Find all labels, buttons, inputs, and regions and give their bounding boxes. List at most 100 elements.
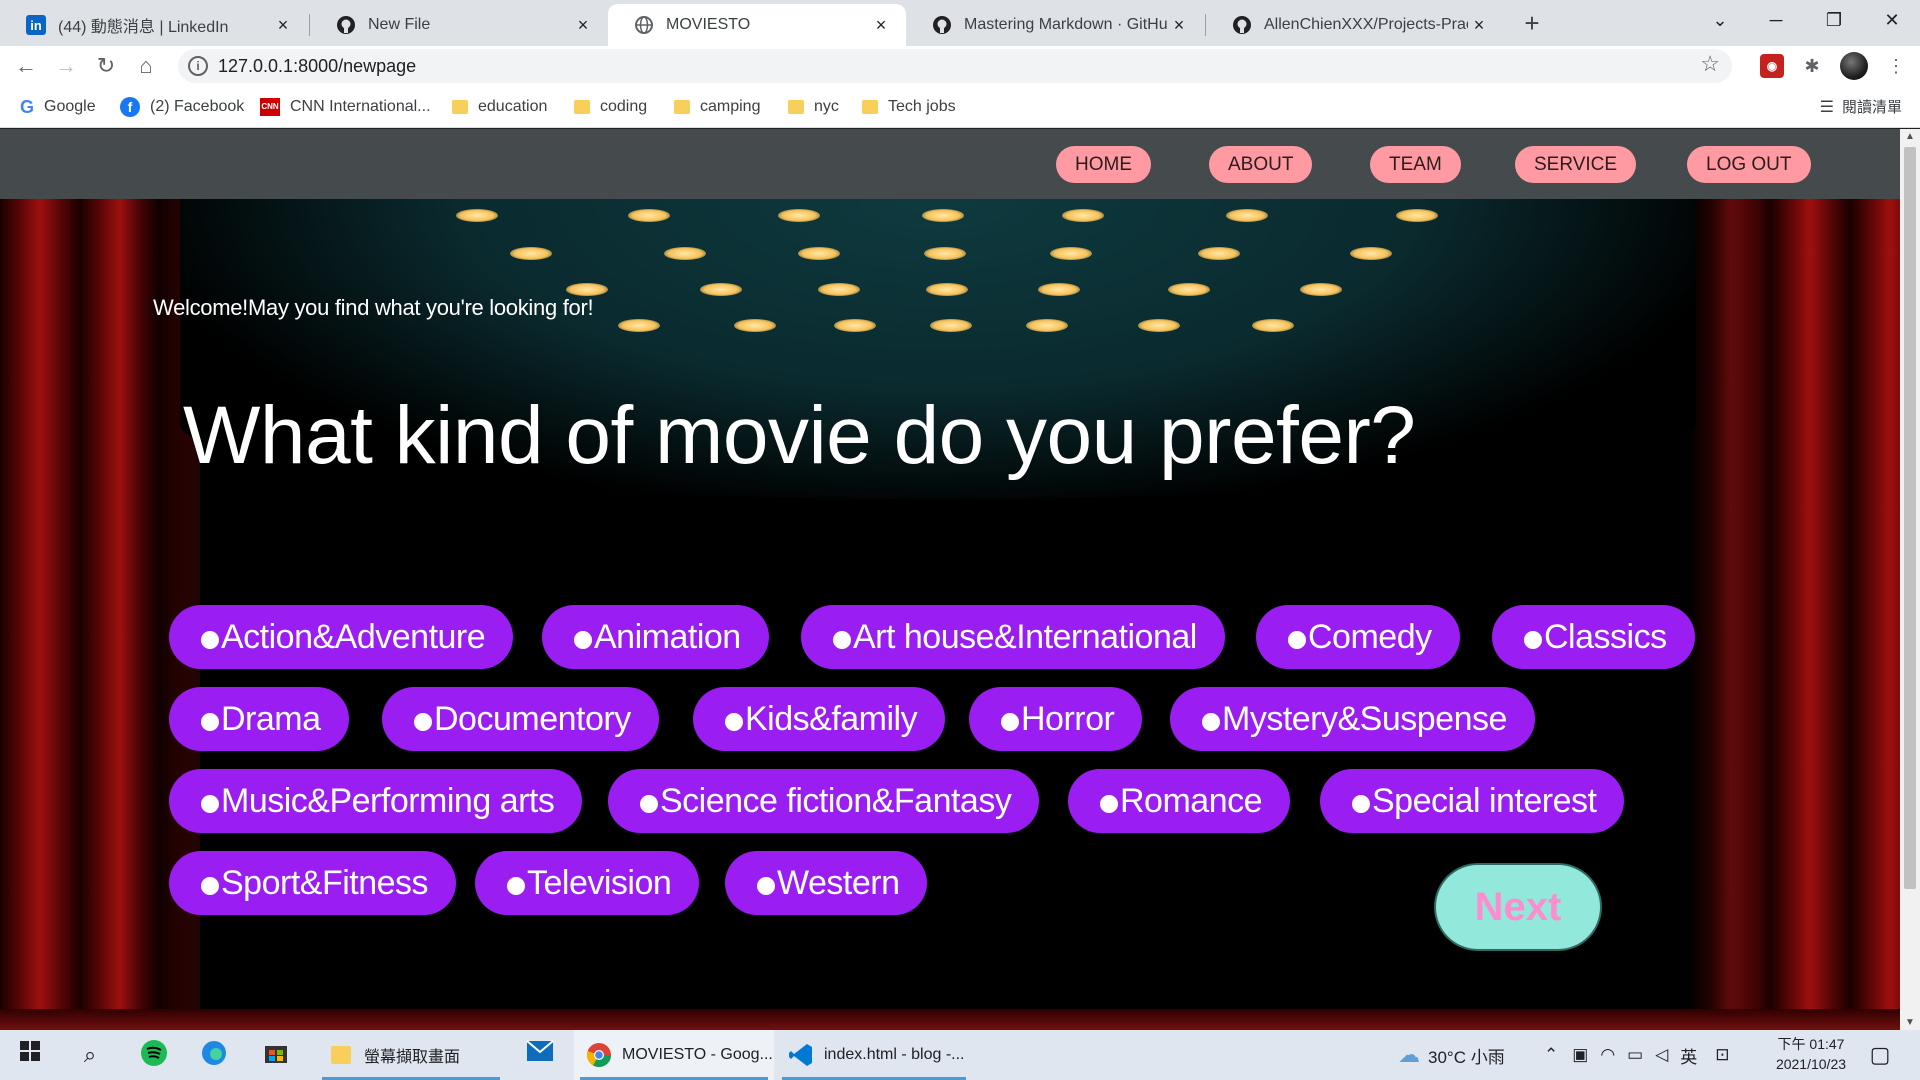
- restore-icon[interactable]: ❐: [1806, 0, 1862, 40]
- address-bar[interactable]: i 127.0.0.1:8000/newpage ☆: [178, 49, 1732, 83]
- minimize-icon[interactable]: ─: [1748, 0, 1804, 40]
- genre-drama[interactable]: Drama: [169, 687, 349, 751]
- tab-projects-practice[interactable]: AllenChienXXX/Projects-Practic ×: [1206, 4, 1504, 46]
- tab-mastering-markdown[interactable]: Mastering Markdown · GitHub ×: [906, 4, 1204, 46]
- ceiling-light: [456, 209, 498, 222]
- bookmark-nyc[interactable]: nyc: [788, 96, 839, 118]
- ceiling-light: [930, 319, 972, 332]
- genre-special-interest[interactable]: Special interest: [1320, 769, 1625, 833]
- close-icon[interactable]: ×: [272, 15, 294, 36]
- genre-romance[interactable]: Romance: [1068, 769, 1291, 833]
- scroll-down-icon[interactable]: ▼: [1900, 1017, 1920, 1028]
- radio-dot-icon: [201, 631, 219, 649]
- nav-team-button[interactable]: TEAM: [1370, 146, 1461, 183]
- bookmark-tech-jobs[interactable]: Tech jobs: [862, 96, 956, 118]
- genre-western[interactable]: Western: [725, 851, 928, 915]
- scrollbar-thumb[interactable]: [1904, 147, 1916, 889]
- weather-widget[interactable]: ☁ 30°C 小雨: [1398, 1030, 1505, 1080]
- avatar[interactable]: [1840, 52, 1868, 80]
- tab-title: (44) 動態消息 | LinkedIn: [58, 19, 229, 36]
- nav-home-button[interactable]: HOME: [1056, 146, 1151, 183]
- menu-icon[interactable]: ⋮: [1884, 54, 1908, 78]
- tab-moviesto[interactable]: MOVIESTO ×: [608, 4, 906, 46]
- vscode-icon: [788, 1042, 814, 1068]
- folder-icon: [674, 100, 690, 114]
- genre-television[interactable]: Television: [475, 851, 700, 915]
- edge-icon[interactable]: [198, 1039, 230, 1071]
- genre-animation[interactable]: Animation: [542, 605, 769, 669]
- volume-icon[interactable]: ◁: [1655, 1045, 1668, 1065]
- genre-documentory[interactable]: Documentory: [382, 687, 659, 751]
- radio-dot-icon: [201, 877, 219, 895]
- genre-sport-fitness[interactable]: Sport&Fitness: [169, 851, 457, 915]
- site-info-icon[interactable]: i: [188, 56, 208, 76]
- scroll-up-icon[interactable]: ▲: [1900, 131, 1920, 142]
- weather-cloud-icon: ☁: [1398, 1042, 1420, 1067]
- ime-indicator[interactable]: 英: [1680, 1043, 1697, 1068]
- genre-comedy[interactable]: Comedy: [1256, 605, 1460, 669]
- bookmark-label: (2) Facebook: [150, 98, 245, 115]
- forward-icon[interactable]: →: [50, 50, 82, 82]
- genre-kids-family[interactable]: Kids&family: [693, 687, 946, 751]
- ceiling-light: [834, 319, 876, 332]
- bookmark-star-icon[interactable]: ☆: [1700, 51, 1720, 77]
- puzzle-icon[interactable]: ✱: [1800, 54, 1824, 78]
- google-icon: G: [20, 96, 35, 117]
- reading-list[interactable]: ☰ 閱讀清單: [1820, 96, 1902, 117]
- notifications-icon[interactable]: ▢: [1864, 1039, 1896, 1071]
- store-icon[interactable]: [260, 1039, 292, 1071]
- spotify-icon[interactable]: [138, 1039, 170, 1071]
- bookmark-camping[interactable]: camping: [674, 96, 760, 118]
- radio-dot-icon: [507, 877, 525, 895]
- genre-classics[interactable]: Classics: [1492, 605, 1695, 669]
- search-icon[interactable]: ⌕: [74, 1039, 106, 1071]
- system-clock[interactable]: 下午 01:47 2021/10/23: [1766, 1034, 1856, 1074]
- extension-icon[interactable]: ◉: [1760, 54, 1784, 78]
- windows-start-icon[interactable]: [14, 1039, 46, 1071]
- wifi-icon[interactable]: ◠: [1600, 1045, 1615, 1065]
- page-scrollbar[interactable]: ▲ ▼: [1900, 129, 1920, 1030]
- ceiling-light: [628, 209, 670, 222]
- bookmark-facebook[interactable]: f (2) Facebook: [120, 96, 244, 118]
- nav-logout-button[interactable]: LOG OUT: [1687, 146, 1811, 183]
- close-icon[interactable]: ×: [572, 15, 594, 36]
- taskbar-app-explorer[interactable]: 螢幕擷取畫面: [316, 1030, 506, 1080]
- close-icon[interactable]: ×: [1168, 15, 1190, 36]
- tab-linkedin[interactable]: in (44) 動態消息 | LinkedIn ×: [0, 4, 308, 46]
- radio-dot-icon: [574, 631, 592, 649]
- bookmark-google[interactable]: G Google: [20, 96, 96, 118]
- url-text[interactable]: 127.0.0.1:8000/newpage: [218, 56, 416, 77]
- back-icon[interactable]: ←: [10, 50, 42, 82]
- new-tab-button[interactable]: +: [1516, 8, 1548, 40]
- taskbar-app-vscode[interactable]: index.html - blog -...: [776, 1030, 972, 1080]
- bookmark-label: coding: [600, 98, 648, 115]
- close-icon[interactable]: ×: [1468, 15, 1490, 36]
- genre-art-house-international[interactable]: Art house&International: [801, 605, 1225, 669]
- window-close-icon[interactable]: ✕: [1864, 0, 1920, 40]
- input-mode-icon[interactable]: ⊡: [1715, 1045, 1729, 1065]
- genre-music-performing-arts[interactable]: Music&Performing arts: [169, 769, 583, 833]
- meet-now-icon[interactable]: ▣: [1572, 1045, 1588, 1065]
- tab-title: AllenChienXXX/Projects-Practic: [1264, 16, 1468, 33]
- next-button[interactable]: Next: [1434, 863, 1602, 951]
- tab-search-icon[interactable]: ⌄: [1692, 0, 1748, 40]
- mail-icon[interactable]: [524, 1039, 556, 1071]
- battery-icon[interactable]: ▭: [1627, 1045, 1643, 1065]
- nav-about-button[interactable]: ABOUT: [1209, 146, 1313, 183]
- taskbar-app-chrome[interactable]: MOVIESTO - Goog...: [574, 1030, 774, 1080]
- nav-service-button[interactable]: SERVICE: [1515, 146, 1637, 183]
- bookmark-coding[interactable]: coding: [574, 96, 647, 118]
- bookmark-cnn[interactable]: CNN CNN International...: [260, 96, 431, 118]
- tab-new-file[interactable]: New File ×: [310, 4, 608, 46]
- ceiling-light: [1062, 209, 1104, 222]
- genre-action-adventure[interactable]: Action&Adventure: [169, 605, 514, 669]
- close-icon[interactable]: ×: [870, 15, 892, 36]
- chevron-up-icon[interactable]: ⌃: [1544, 1045, 1558, 1065]
- genre-science-fiction-fantasy[interactable]: Science fiction&Fantasy: [608, 769, 1040, 833]
- genre-horror[interactable]: Horror: [969, 687, 1143, 751]
- genre-mystery-suspense[interactable]: Mystery&Suspense: [1170, 687, 1535, 751]
- home-icon[interactable]: ⌂: [130, 50, 162, 82]
- bookmark-education[interactable]: education: [452, 96, 547, 118]
- reload-icon[interactable]: ↻: [90, 50, 122, 82]
- radio-dot-icon: [414, 713, 432, 731]
